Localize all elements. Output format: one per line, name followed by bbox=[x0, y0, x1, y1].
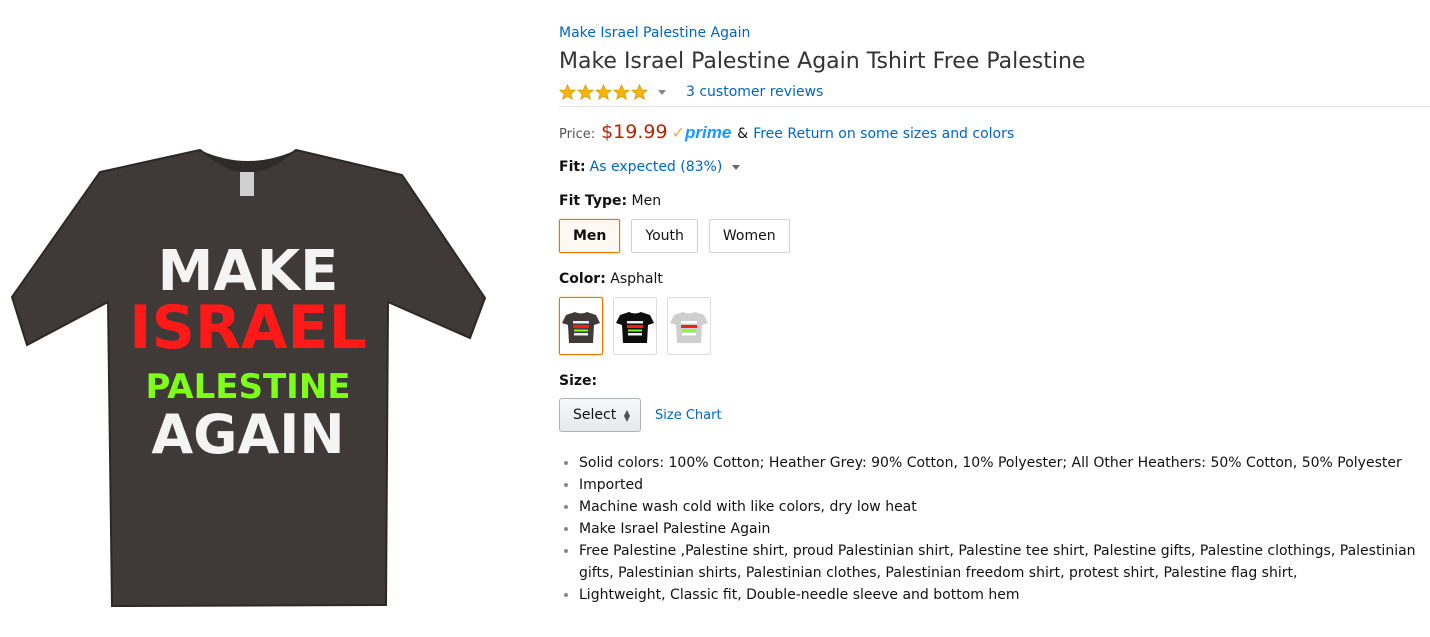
price-value: $19.99 bbox=[601, 121, 668, 143]
rating-row: 3 customer reviews bbox=[559, 82, 1430, 107]
swatch-heather-grey[interactable] bbox=[667, 297, 711, 355]
customer-reviews-link[interactable]: 3 customer reviews bbox=[686, 84, 823, 100]
star-icon bbox=[613, 83, 630, 100]
fit-value-link[interactable]: As expected (83%) bbox=[590, 159, 723, 175]
swatch-asphalt[interactable] bbox=[559, 297, 603, 355]
size-row: Size: bbox=[559, 373, 1430, 389]
size-select-value: Select bbox=[573, 407, 617, 423]
color-row: Color: Asphalt bbox=[559, 271, 1430, 287]
feature-bullet: Free Palestine ,Palestine shirt, proud P… bbox=[579, 540, 1430, 584]
tshirt-heather-grey-icon bbox=[670, 312, 708, 343]
rating-dropdown-chevron-down-icon[interactable] bbox=[658, 89, 666, 95]
swatch-black[interactable] bbox=[613, 297, 657, 355]
feature-bullet: Solid colors: 100% Cotton; Heather Grey:… bbox=[579, 452, 1430, 474]
feature-bullet: Make Israel Palestine Again bbox=[579, 518, 1430, 540]
fit-type-row: Fit Type: Men bbox=[559, 193, 1430, 209]
color-label: Color: bbox=[559, 271, 606, 287]
product-title: Make Israel Palestine Again Tshirt Free … bbox=[559, 49, 1086, 74]
product-image[interactable]: MAKE ISRAEL PALESTINE AGAIN bbox=[0, 0, 540, 633]
brand-link[interactable]: Make Israel Palestine Again bbox=[559, 24, 750, 42]
feature-bullets: Solid colors: 100% Cotton; Heather Grey:… bbox=[559, 452, 1430, 606]
free-return-link[interactable]: Free Return on some sizes and colors bbox=[753, 126, 1014, 142]
fit-type-options: Men Youth Women bbox=[559, 219, 1430, 253]
color-selected: Asphalt bbox=[610, 271, 663, 287]
size-select[interactable]: Select ▲ ▼ bbox=[559, 398, 641, 432]
star-icon bbox=[559, 83, 576, 100]
fit-type-youth-button[interactable]: Youth bbox=[631, 219, 698, 253]
feature-bullet: Imported bbox=[579, 474, 1430, 496]
fit-label: Fit: bbox=[559, 159, 586, 175]
product-image-panel: MAKE ISRAEL PALESTINE AGAIN bbox=[0, 0, 540, 633]
star-rating[interactable] bbox=[559, 83, 648, 101]
fit-row: Fit: As expected (83%) bbox=[559, 159, 1430, 175]
price-row: Price: $19.99 ✓ prime & Free Return on s… bbox=[559, 121, 1430, 143]
prime-check-icon: ✓ bbox=[671, 123, 685, 142]
tshirt-asphalt-icon bbox=[562, 312, 600, 343]
price-label: Price: bbox=[559, 127, 596, 142]
prime-logo-text: prime bbox=[684, 123, 732, 142]
fit-type-women-button[interactable]: Women bbox=[708, 219, 790, 253]
prime-badge[interactable]: ✓ prime bbox=[672, 123, 732, 143]
fit-chevron-down-icon[interactable] bbox=[732, 164, 741, 170]
print-line-palestine: PALESTINE bbox=[145, 367, 350, 407]
fit-type-label: Fit Type: bbox=[559, 193, 628, 209]
tshirt-tag bbox=[240, 172, 254, 196]
fit-type-selected: Men bbox=[631, 193, 662, 209]
tshirt-black-icon bbox=[616, 312, 654, 343]
print-line-again: AGAIN bbox=[151, 403, 344, 466]
color-swatches bbox=[559, 297, 1430, 355]
star-icon bbox=[631, 83, 648, 100]
feature-bullet: Lightweight, Classic fit, Double-needle … bbox=[579, 584, 1430, 606]
size-chart-link[interactable]: Size Chart bbox=[655, 408, 722, 423]
size-label: Size: bbox=[559, 373, 598, 389]
star-icon bbox=[595, 83, 612, 100]
select-updown-icon: ▲ ▼ bbox=[623, 408, 630, 423]
ampersand-text: & bbox=[737, 126, 749, 142]
feature-bullet: Machine wash cold with like colors, dry … bbox=[579, 496, 1430, 518]
size-controls: Select ▲ ▼ Size Chart bbox=[559, 398, 1430, 432]
star-icon bbox=[577, 83, 594, 100]
fit-type-men-button[interactable]: Men bbox=[559, 219, 621, 253]
product-details: Make Israel Palestine Again Make Israel … bbox=[559, 22, 1430, 606]
print-line-israel: ISRAEL bbox=[129, 293, 366, 363]
